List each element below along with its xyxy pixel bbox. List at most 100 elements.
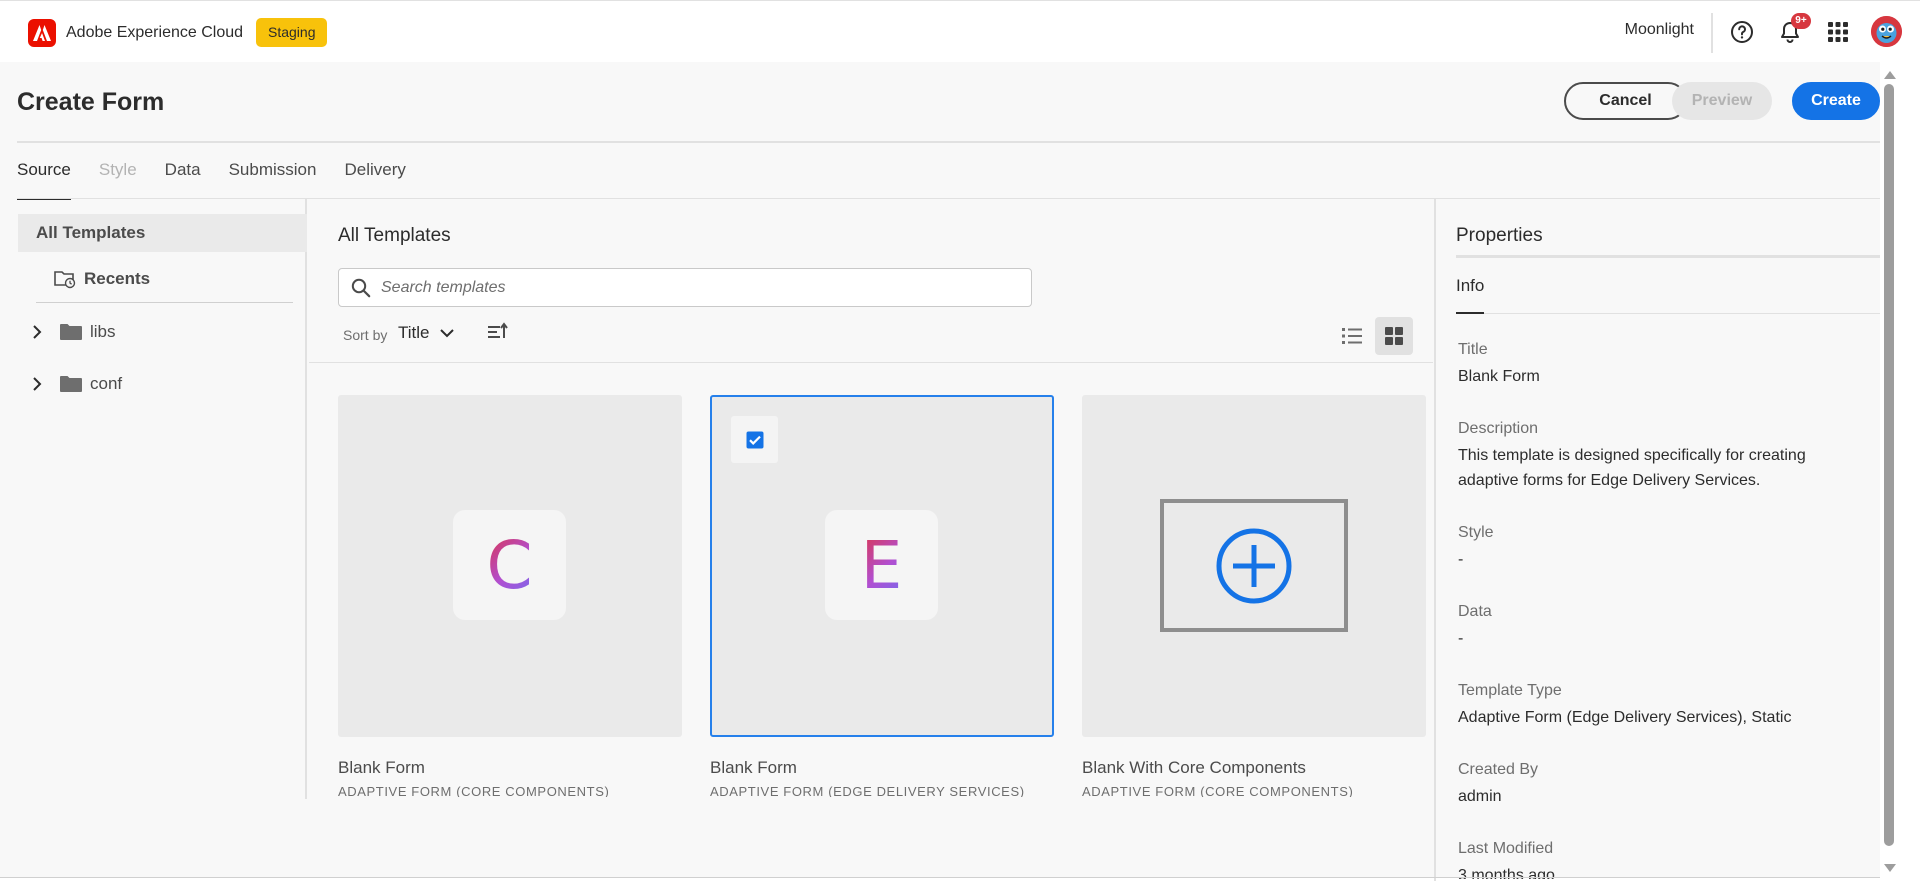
app-switcher-grid-icon[interactable] bbox=[1823, 17, 1853, 47]
properties-panel: Properties Info Title Blank Form Descrip… bbox=[1434, 199, 1880, 881]
environment-badge: Staging bbox=[256, 18, 328, 47]
property-description: Description This template is designed sp… bbox=[1458, 418, 1858, 493]
wizard-tabs: Source Style Data Submission Delivery bbox=[17, 160, 434, 200]
property-label: Created By bbox=[1458, 761, 1539, 778]
plus-circle-icon bbox=[1216, 528, 1292, 603]
search-input[interactable] bbox=[381, 269, 1021, 306]
property-label: Last Modified bbox=[1458, 840, 1554, 857]
header-divider bbox=[17, 141, 1880, 143]
cancel-button[interactable]: Cancel bbox=[1564, 82, 1687, 120]
grid-view-icon[interactable] bbox=[1375, 317, 1413, 355]
tree-node-libs[interactable]: libs bbox=[32, 317, 116, 347]
tree-divider bbox=[36, 302, 293, 303]
preview-button[interactable]: Preview bbox=[1672, 82, 1772, 120]
window-bottom-border bbox=[0, 877, 1880, 878]
template-card[interactable]: C Blank Form ADAPTIVE FORM (CORE COMPONE… bbox=[338, 395, 682, 814]
templates-panel: All Templates Sort by Title C Blank Form… bbox=[309, 199, 1433, 799]
toolbar-divider bbox=[309, 362, 1433, 363]
folder-icon bbox=[60, 323, 82, 341]
selection-checkbox[interactable] bbox=[731, 416, 778, 463]
scroll-down-arrow-icon[interactable] bbox=[1883, 860, 1897, 878]
tab-submission[interactable]: Submission bbox=[229, 160, 317, 200]
page-title: Create Form bbox=[17, 88, 165, 116]
scroll-up-arrow-icon[interactable] bbox=[1883, 67, 1897, 85]
template-thumbnail[interactable]: E bbox=[710, 395, 1054, 737]
template-letter-tile: E bbox=[825, 510, 938, 620]
templates-title: All Templates bbox=[338, 225, 451, 246]
sort-field-dropdown[interactable]: Title bbox=[398, 323, 454, 343]
property-label: Title bbox=[1458, 341, 1488, 358]
property-style: Style - bbox=[1458, 522, 1858, 572]
tab-info-indicator bbox=[1456, 312, 1484, 314]
tab-style[interactable]: Style bbox=[99, 160, 137, 200]
search-field[interactable] bbox=[338, 268, 1032, 307]
topbar-divider bbox=[1711, 13, 1713, 53]
tree-item-label: Recents bbox=[84, 269, 151, 288]
template-type: ADAPTIVE FORM (EDGE DELIVERY SERVICES) bbox=[710, 784, 1025, 797]
property-value: Blank Form bbox=[1458, 368, 1540, 385]
template-letter: C bbox=[486, 526, 533, 604]
template-thumbnail[interactable]: C bbox=[338, 395, 682, 737]
tab-data[interactable]: Data bbox=[165, 160, 201, 200]
user-avatar[interactable] bbox=[1871, 16, 1902, 47]
template-letter-tile: C bbox=[453, 510, 566, 620]
template-thumbnail[interactable] bbox=[1082, 395, 1426, 737]
template-name: Blank Form bbox=[338, 758, 425, 777]
template-card-selected[interactable]: E Blank Form ADAPTIVE FORM (EDGE DELIVER… bbox=[710, 395, 1054, 814]
folder-icon bbox=[60, 375, 82, 393]
brand[interactable]: Adobe Experience Cloud bbox=[28, 19, 243, 47]
template-name: Blank Form bbox=[710, 758, 797, 777]
tab-delivery[interactable]: Delivery bbox=[344, 160, 405, 200]
property-label: Style bbox=[1458, 524, 1494, 541]
template-folder-tree: All Templates Recents libs conf bbox=[18, 199, 307, 799]
property-label: Data bbox=[1458, 603, 1492, 620]
tree-node-label: libs bbox=[90, 322, 116, 341]
property-label: Description bbox=[1458, 420, 1539, 437]
property-template-type: Template Type Adaptive Form (Edge Delive… bbox=[1458, 680, 1858, 730]
chevron-down-icon bbox=[439, 328, 454, 338]
sort-ascending-icon[interactable] bbox=[487, 322, 509, 347]
brand-name: Adobe Experience Cloud bbox=[66, 24, 244, 41]
tree-node-conf[interactable]: conf bbox=[32, 369, 122, 399]
property-value: This template is designed specifically f… bbox=[1458, 447, 1806, 489]
template-card[interactable]: Blank With Core Components ADAPTIVE FORM… bbox=[1082, 395, 1426, 814]
property-created-by: Created By admin bbox=[1458, 759, 1858, 809]
tab-source[interactable]: Source bbox=[17, 160, 71, 200]
property-value: admin bbox=[1458, 788, 1502, 805]
properties-tab-divider bbox=[1456, 313, 1880, 314]
tab-info[interactable]: Info bbox=[1456, 276, 1484, 296]
property-data: Data - bbox=[1458, 601, 1858, 651]
property-last-modified: Last Modified 3 months ago bbox=[1458, 838, 1858, 879]
properties-divider bbox=[1456, 255, 1880, 258]
property-label: Template Type bbox=[1458, 682, 1562, 699]
template-letter: E bbox=[860, 526, 903, 604]
list-view-icon[interactable] bbox=[1334, 318, 1370, 354]
org-switcher[interactable]: Moonlight bbox=[1625, 21, 1694, 39]
help-icon[interactable] bbox=[1727, 17, 1757, 47]
template-type: ADAPTIVE FORM (CORE COMPONENTS) bbox=[1082, 784, 1354, 797]
property-title: Title Blank Form bbox=[1458, 339, 1858, 389]
top-bar: Adobe Experience Cloud Staging Moonlight… bbox=[0, 0, 1920, 62]
properties-title: Properties bbox=[1456, 225, 1543, 246]
blank-template-frame bbox=[1160, 499, 1348, 632]
property-value: - bbox=[1458, 551, 1464, 568]
notifications-bell-icon[interactable]: 9+ bbox=[1775, 13, 1811, 47]
sort-by-label: Sort by bbox=[343, 327, 388, 343]
notification-count-badge: 9+ bbox=[1791, 13, 1811, 29]
search-icon bbox=[351, 278, 371, 303]
tree-item-recents[interactable]: Recents bbox=[54, 264, 150, 294]
template-name: Blank With Core Components bbox=[1082, 758, 1306, 777]
sort-field-value: Title bbox=[398, 323, 430, 342]
chevron-right-icon[interactable] bbox=[32, 377, 48, 391]
scrollbar-thumb[interactable] bbox=[1884, 84, 1894, 846]
recent-folder-icon bbox=[54, 269, 76, 289]
chevron-right-icon[interactable] bbox=[32, 325, 48, 339]
checkbox-checked-icon bbox=[746, 431, 763, 448]
property-value: - bbox=[1458, 630, 1464, 647]
adobe-logo-icon bbox=[28, 19, 56, 47]
tree-node-label: conf bbox=[90, 374, 123, 393]
property-value: Adaptive Form (Edge Delivery Services), … bbox=[1458, 709, 1792, 726]
create-button[interactable]: Create bbox=[1792, 82, 1880, 120]
tree-item-all-templates[interactable]: All Templates bbox=[18, 214, 307, 252]
template-type: ADAPTIVE FORM (CORE COMPONENTS) bbox=[338, 784, 610, 797]
